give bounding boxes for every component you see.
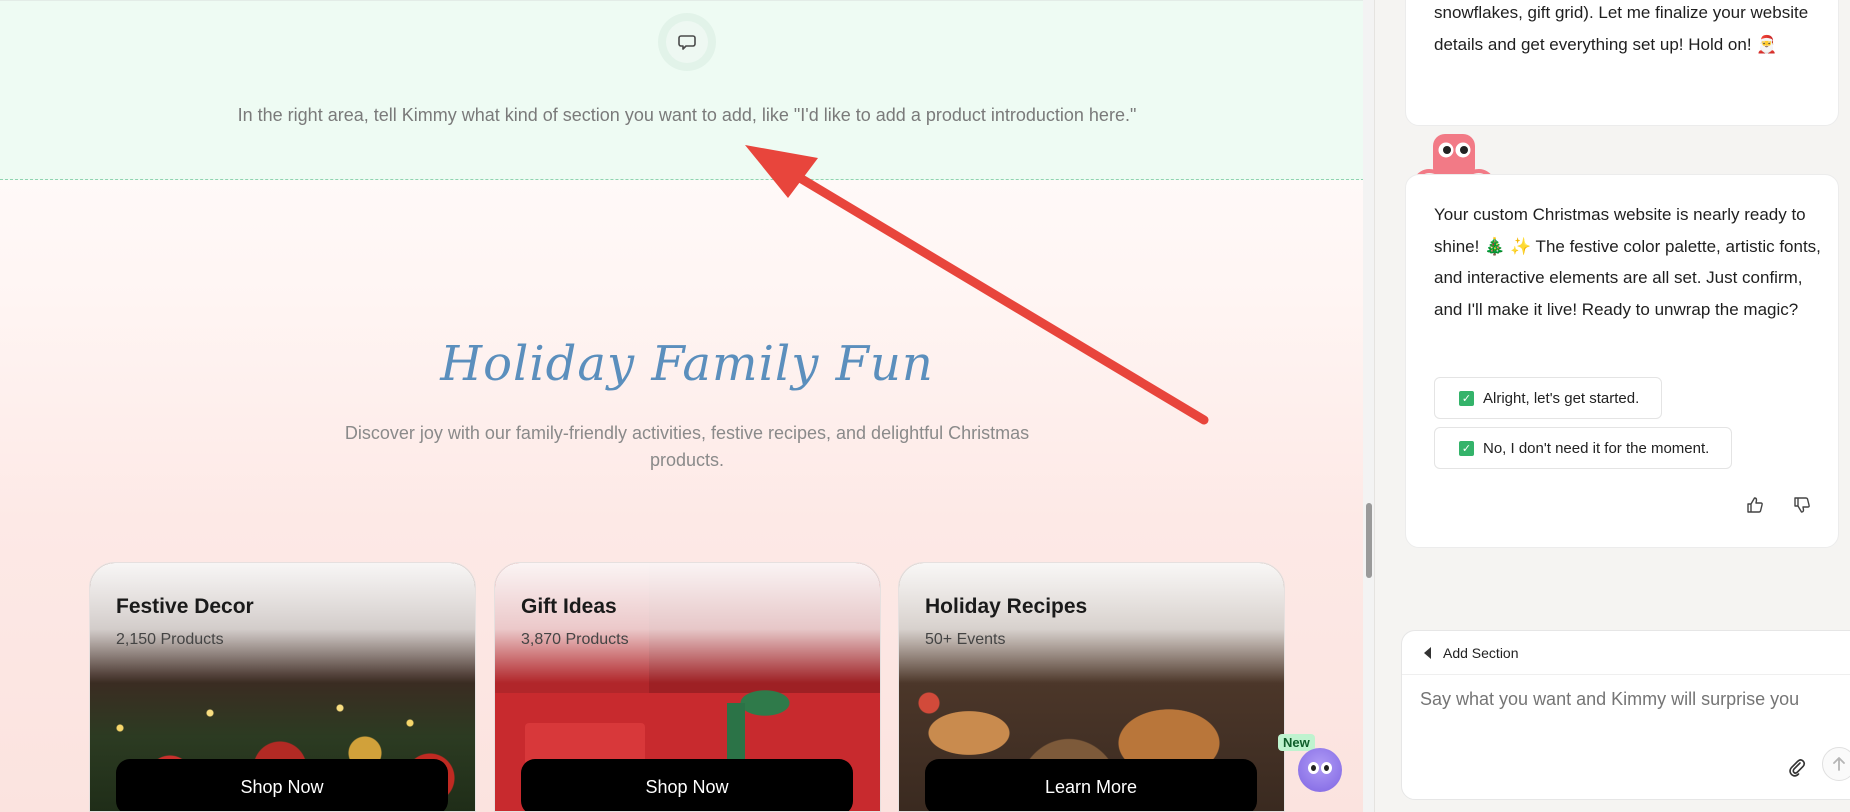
chat-bubble-icon: [678, 35, 696, 50]
option-not-now[interactable]: ✓ No, I don't need it for the moment.: [1434, 427, 1733, 469]
add-section-chat-button[interactable]: [658, 13, 716, 71]
option-get-started[interactable]: ✓ Alright, let's get started.: [1434, 377, 1663, 419]
holiday-recipes-card[interactable]: Holiday Recipes 50+ Events Learn More: [898, 562, 1285, 812]
assistant-message: Your custom Christmas website is nearly …: [1405, 174, 1839, 548]
send-button[interactable]: [1822, 747, 1850, 781]
card-title: Festive Decor: [116, 595, 254, 618]
card-subtitle: 3,870 Products: [521, 631, 629, 648]
arrow-up-icon: [1833, 757, 1845, 771]
card-subtitle: 2,150 Products: [116, 631, 224, 648]
card-title: Gift Ideas: [521, 595, 617, 618]
mode-label: Add Section: [1443, 644, 1519, 661]
shop-now-button[interactable]: Shop Now: [521, 759, 853, 811]
message-text: Your custom Christmas website is nearly …: [1434, 205, 1821, 319]
thumbs-down-button[interactable]: [1790, 493, 1814, 517]
preview-scrollbar-thumb[interactable]: [1366, 503, 1372, 578]
kimmy-assistant-icon[interactable]: [1298, 748, 1342, 792]
attach-button[interactable]: [1784, 755, 1810, 781]
chat-input[interactable]: [1420, 689, 1840, 710]
checkbox-icon: ✓: [1459, 440, 1474, 456]
option-label: No, I don't need it for the moment.: [1483, 439, 1710, 457]
thumbs-down-icon: [1794, 497, 1810, 513]
shop-now-button[interactable]: Shop Now: [116, 759, 448, 811]
add-section-hint: In the right area, tell Kimmy what kind …: [237, 105, 1137, 125]
website-preview: In the right area, tell Kimmy what kind …: [0, 0, 1374, 812]
thumbs-up-button[interactable]: [1743, 493, 1767, 517]
card-subtitle: 50+ Events: [925, 631, 1006, 648]
learn-more-button[interactable]: Learn More: [925, 759, 1257, 811]
section-description: Discover joy with our family-friendly ac…: [344, 423, 1030, 470]
section-title: Holiday Family Fun: [440, 336, 934, 392]
paperclip-icon: [1789, 759, 1806, 777]
chat-panel: snowflakes, gift grid). Let me finalize …: [1374, 0, 1850, 812]
chat-input-box: Add Section: [1401, 630, 1850, 800]
card-title: Holiday Recipes: [925, 595, 1088, 618]
add-section-banner[interactable]: In the right area, tell Kimmy what kind …: [0, 0, 1374, 180]
caret-left-icon: [1424, 646, 1431, 659]
festive-decor-card[interactable]: Festive Decor 2,150 Products Shop Now: [89, 562, 476, 812]
gift-ideas-card[interactable]: Gift Ideas 3,870 Products Shop Now: [494, 562, 881, 812]
option-label: Alright, let's get started.: [1483, 389, 1640, 407]
message-text: snowflakes, gift grid). Let me finalize …: [1434, 3, 1809, 54]
thumbs-up-icon: [1747, 497, 1763, 513]
preview-scrollbar-track[interactable]: [1363, 0, 1374, 812]
previous-message: snowflakes, gift grid). Let me finalize …: [1405, 0, 1839, 126]
checkbox-icon: ✓: [1459, 390, 1474, 406]
new-badge: New: [1278, 734, 1315, 751]
add-section-mode-toggle[interactable]: Add Section: [1402, 631, 1850, 675]
